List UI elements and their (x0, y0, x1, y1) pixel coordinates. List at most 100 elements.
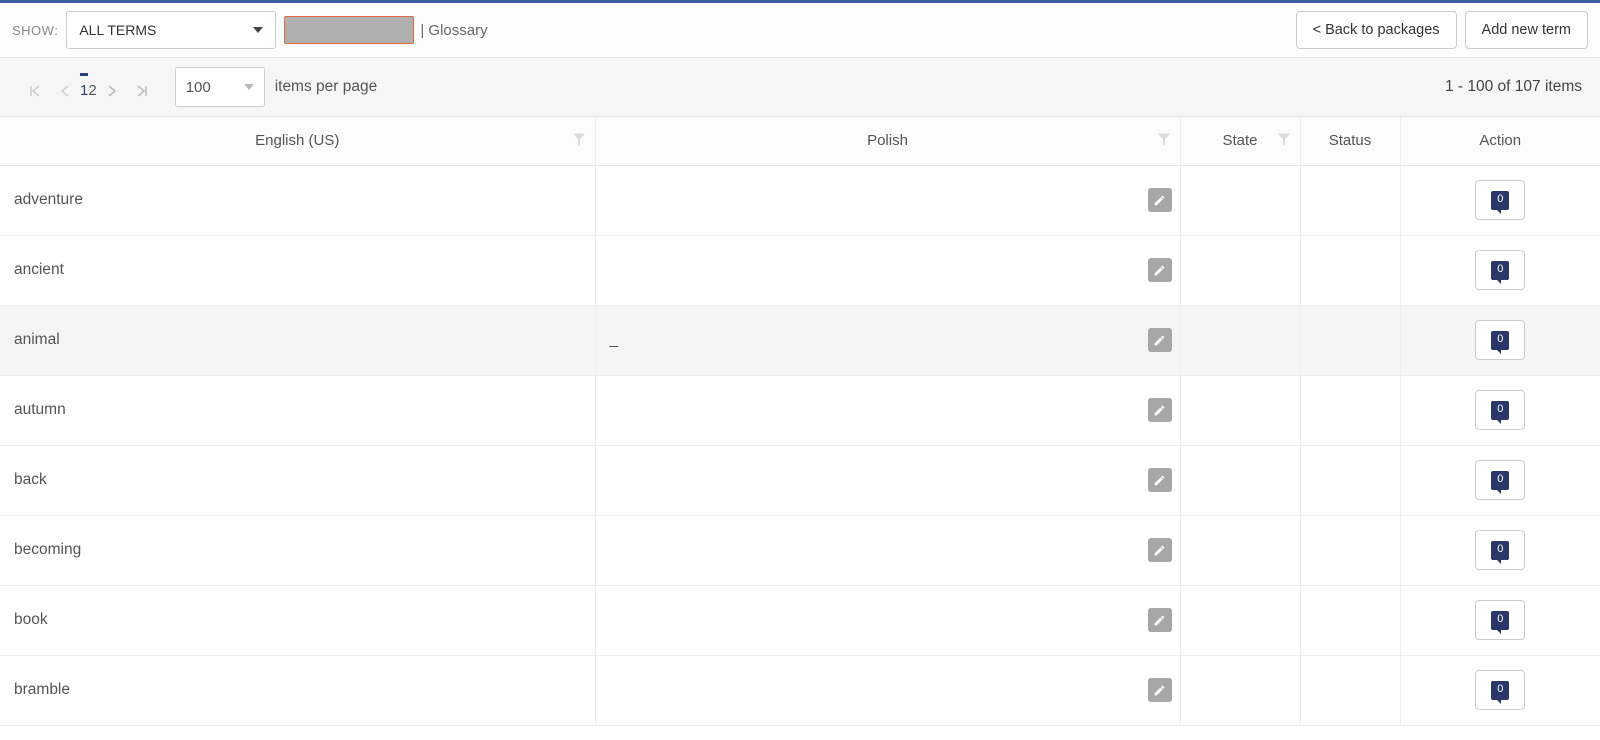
column-header-action: Action (1400, 117, 1600, 165)
table-row: adventure0 (0, 165, 1600, 235)
add-new-term-button[interactable]: Add new term (1465, 11, 1588, 49)
breadcrumb: | Glossary (420, 22, 487, 39)
cell-status (1300, 305, 1400, 375)
comments-button[interactable]: 0 (1475, 320, 1525, 360)
cell-status (1300, 235, 1400, 305)
back-to-packages-button[interactable]: < Back to packages (1296, 11, 1457, 49)
filter-terms-select[interactable]: ALL TERMS (66, 11, 276, 49)
toolbar: SHOW: ALL TERMS | Glossary < Back to pac… (0, 3, 1600, 58)
table-row: becoming 0 (0, 515, 1600, 585)
comment-count: 0 (1491, 191, 1509, 210)
comment-count: 0 (1491, 611, 1509, 630)
cell-english: bramble (0, 655, 595, 725)
comment-count: 0 (1491, 401, 1509, 420)
caret-down-icon (253, 27, 263, 33)
show-label: SHOW: (12, 23, 58, 38)
cell-english: ancient (0, 235, 595, 305)
cell-status (1300, 515, 1400, 585)
cell-polish[interactable] (595, 375, 1180, 445)
cell-state (1180, 165, 1300, 235)
pager-bar: 12 100 items per page 1 - 100 of 107 ite… (0, 58, 1600, 117)
cell-polish[interactable] (595, 655, 1180, 725)
column-header-state[interactable]: State (1180, 117, 1300, 165)
edit-icon[interactable] (1148, 398, 1172, 422)
items-per-page-value: 100 (186, 79, 211, 96)
table-row: autumn 0 (0, 375, 1600, 445)
cell-polish[interactable] (595, 165, 1180, 235)
cell-action: 0 (1400, 585, 1600, 655)
cell-state (1180, 445, 1300, 515)
polish-value: _ (610, 331, 619, 348)
edit-icon[interactable] (1148, 188, 1172, 212)
table-row: back 0 (0, 445, 1600, 515)
terms-table: English (US) Polish State Status (0, 117, 1600, 726)
search-input[interactable] (284, 16, 414, 44)
cell-state (1180, 235, 1300, 305)
cell-action: 0 (1400, 165, 1600, 235)
cell-english: animal (0, 305, 595, 375)
cell-english: book (0, 585, 595, 655)
pager-group: 12 (20, 64, 157, 110)
edit-icon[interactable] (1148, 258, 1172, 282)
filter-icon[interactable] (573, 132, 585, 149)
comments-button[interactable]: 0 (1475, 600, 1525, 640)
table-row: animal _ 0 (0, 305, 1600, 375)
comments-button[interactable]: 0 (1475, 670, 1525, 710)
edit-icon[interactable] (1148, 328, 1172, 352)
pager-next-icon[interactable] (97, 76, 127, 106)
cell-state (1180, 305, 1300, 375)
pager-prev-icon[interactable] (50, 76, 80, 106)
column-header-status[interactable]: Status (1300, 117, 1400, 165)
comment-count: 0 (1491, 471, 1509, 490)
cell-state (1180, 655, 1300, 725)
edit-icon[interactable] (1148, 468, 1172, 492)
comments-button[interactable]: 0 (1475, 180, 1525, 220)
comments-button[interactable]: 0 (1475, 460, 1525, 500)
comments-button[interactable]: 0 (1475, 530, 1525, 570)
pager-range: 1 - 100 of 107 items (1445, 78, 1582, 96)
cell-english: becoming (0, 515, 595, 585)
items-per-page-label: items per page (275, 78, 378, 96)
column-header-english[interactable]: English (US) (0, 117, 595, 165)
comment-count: 0 (1491, 331, 1509, 350)
edit-icon[interactable] (1148, 608, 1172, 632)
cell-status (1300, 655, 1400, 725)
cell-status (1300, 375, 1400, 445)
cell-polish[interactable] (595, 445, 1180, 515)
page-number[interactable]: 2 (88, 76, 96, 105)
table-row: ancient 0 (0, 235, 1600, 305)
cell-state (1180, 585, 1300, 655)
items-per-page-select[interactable]: 100 (175, 67, 265, 107)
cell-action: 0 (1400, 235, 1600, 305)
cell-state (1180, 375, 1300, 445)
pager-last-icon[interactable] (127, 76, 157, 106)
comment-count: 0 (1491, 541, 1509, 560)
cell-polish[interactable]: _ (595, 305, 1180, 375)
cell-polish[interactable] (595, 235, 1180, 305)
cell-state (1180, 515, 1300, 585)
cell-status (1300, 585, 1400, 655)
cell-action: 0 (1400, 445, 1600, 515)
caret-down-icon (244, 84, 254, 90)
comments-button[interactable]: 0 (1475, 390, 1525, 430)
filter-icon[interactable] (1278, 132, 1290, 149)
pager-first-icon[interactable] (20, 76, 50, 106)
filter-terms-value: ALL TERMS (79, 22, 156, 38)
cell-english: back (0, 445, 595, 515)
cell-action: 0 (1400, 375, 1600, 445)
comment-count: 0 (1491, 681, 1509, 700)
cell-status (1300, 445, 1400, 515)
cell-status (1300, 165, 1400, 235)
cell-polish[interactable] (595, 585, 1180, 655)
edit-icon[interactable] (1148, 678, 1172, 702)
cell-action: 0 (1400, 655, 1600, 725)
column-header-polish[interactable]: Polish (595, 117, 1180, 165)
filter-icon[interactable] (1158, 132, 1170, 149)
comments-button[interactable]: 0 (1475, 250, 1525, 290)
cell-polish[interactable] (595, 515, 1180, 585)
cell-english: autumn (0, 375, 595, 445)
cell-action: 0 (1400, 515, 1600, 585)
edit-icon[interactable] (1148, 538, 1172, 562)
cell-action: 0 (1400, 305, 1600, 375)
table-row: book 0 (0, 585, 1600, 655)
